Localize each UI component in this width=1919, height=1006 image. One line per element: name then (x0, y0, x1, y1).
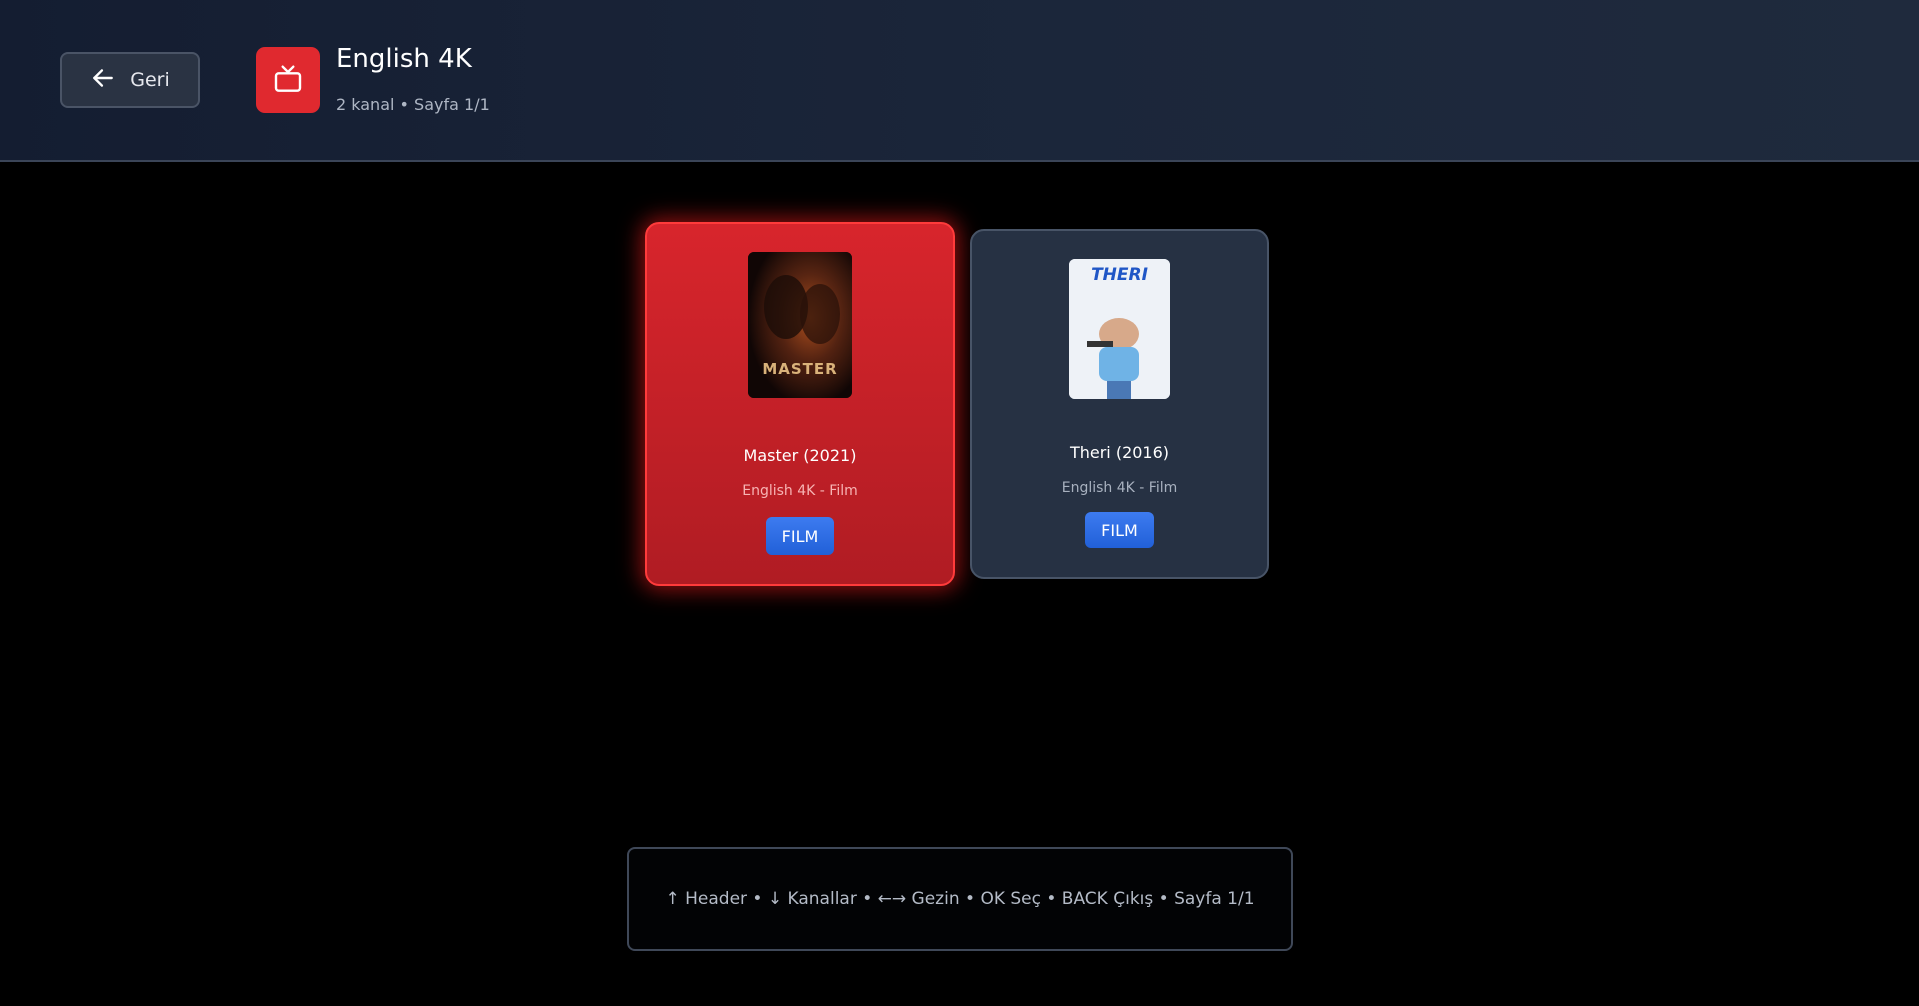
channel-poster: THERI (1069, 259, 1170, 399)
poster-title-text: MASTER (762, 360, 838, 378)
keyboard-hint-bar: ↑ Header • ↓ Kanallar • ←→ Gezin • OK Se… (627, 847, 1293, 951)
back-button[interactable]: Geri (60, 52, 200, 108)
film-badge: FILM (765, 517, 835, 555)
page-title: English 4K (336, 44, 472, 74)
channel-card-master[interactable]: MASTER Master (2021) English 4K - Film F… (645, 222, 955, 586)
channel-title: Master (2021) (743, 446, 857, 465)
film-badge: FILM (1085, 512, 1154, 548)
arrow-left-icon (90, 65, 116, 95)
channel-title: Theri (2016) (1069, 443, 1170, 462)
keyboard-hint-text: ↑ Header • ↓ Kanallar • ←→ Gezin • OK Se… (665, 889, 1255, 909)
page-subtitle: 2 kanal • Sayfa 1/1 (336, 95, 490, 114)
header-bar: Geri English 4K 2 kanal • Sayfa 1/1 (0, 0, 1919, 162)
channel-subtitle: English 4K - Film (1061, 480, 1178, 496)
channel-poster: MASTER (748, 252, 852, 398)
poster-title-text: THERI (1091, 265, 1148, 285)
tv-icon (256, 47, 320, 113)
channel-subtitle: English 4K - Film (742, 483, 858, 499)
channel-card-theri[interactable]: THERI Theri (2016) English 4K - Film FIL… (970, 229, 1269, 579)
back-button-label: Geri (130, 69, 170, 91)
